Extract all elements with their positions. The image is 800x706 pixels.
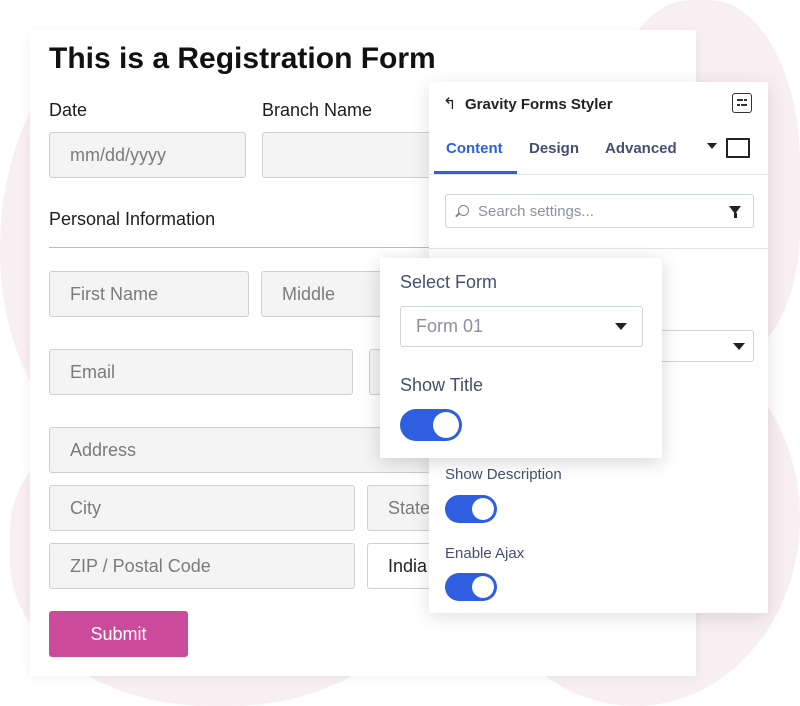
email-input[interactable]: Email (49, 349, 353, 395)
tab-divider (429, 174, 768, 175)
tab-content[interactable]: Content (446, 140, 503, 157)
select-form-dropdown[interactable]: Form 01 (400, 306, 643, 347)
enable-ajax-toggle[interactable] (445, 573, 497, 601)
panel-menu-icon[interactable] (732, 93, 752, 113)
back-arrow-icon[interactable]: ↰ (443, 94, 456, 114)
submit-button[interactable]: Submit (49, 611, 188, 657)
first-name-input[interactable]: First Name (49, 271, 249, 317)
select-form-popup: Select Form Form 01 Show Title (380, 258, 662, 458)
tab-design[interactable]: Design (529, 140, 579, 157)
show-description-label: Show Description (445, 466, 562, 483)
section-title: Personal Information (49, 209, 216, 229)
select-form-label: Select Form (400, 272, 498, 292)
form-select-dropdown[interactable] (662, 330, 754, 362)
show-title-label: Show Title (400, 375, 484, 395)
zip-input[interactable]: ZIP / Postal Code (49, 543, 355, 589)
show-title-toggle[interactable] (400, 409, 462, 441)
branch-name-label: Branch Name (262, 100, 373, 120)
city-input[interactable]: City (49, 485, 355, 531)
search-icon (458, 205, 469, 216)
form-title: This is a Registration Form (49, 42, 436, 75)
tab-advanced[interactable]: Advanced (605, 140, 677, 157)
device-icon[interactable] (726, 138, 750, 158)
panel-divider (429, 248, 768, 249)
enable-ajax-label: Enable Ajax (445, 545, 525, 562)
panel-title: Gravity Forms Styler (465, 96, 613, 113)
section-divider (49, 247, 469, 248)
search-input[interactable]: Search settings... (445, 194, 754, 228)
dropdown-arrow-icon[interactable] (707, 143, 717, 149)
show-description-toggle[interactable] (445, 495, 497, 523)
search-placeholder: Search settings... (478, 203, 594, 220)
date-label: Date (49, 100, 88, 120)
chevron-down-icon (615, 323, 627, 330)
filter-icon[interactable] (729, 206, 741, 218)
date-input[interactable]: mm/dd/yyyy (49, 132, 246, 178)
select-form-value: Form 01 (416, 316, 484, 336)
chevron-down-icon (733, 343, 745, 350)
